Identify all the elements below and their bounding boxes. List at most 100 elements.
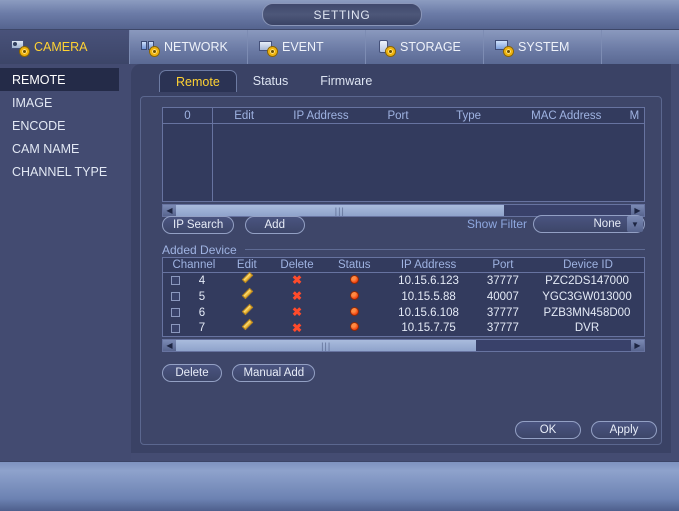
ok-button[interactable]: OK	[515, 421, 581, 439]
discover-col-index[interactable]: 0	[162, 107, 213, 124]
status-indicator-icon	[349, 290, 359, 300]
x-icon[interactable]: ✖	[292, 289, 302, 303]
tab-storage[interactable]: STORAGE	[366, 30, 484, 64]
added-col-port[interactable]: Port	[473, 257, 532, 273]
added-col-channel[interactable]: Channel	[162, 257, 225, 273]
added-scroll-thumb[interactable]: |||	[176, 340, 477, 351]
sidebar-item-remote[interactable]: REMOTE	[0, 68, 119, 91]
show-filter-select[interactable]: None ▼	[533, 215, 645, 233]
scroll-right-icon[interactable]: ▶	[631, 340, 644, 351]
tab-remote[interactable]: Remote	[159, 70, 237, 92]
row-edit-cell[interactable]	[225, 305, 269, 321]
settings-window: SETTING CAMERA NETWORK EVENT STORAGE SYS…	[0, 0, 679, 511]
row-status-cell	[325, 321, 383, 337]
chevron-down-icon[interactable]: ▼	[627, 216, 643, 232]
pencil-icon[interactable]	[241, 290, 252, 301]
tab-event-label: EVENT	[282, 40, 324, 54]
tab-system-label: SYSTEM	[518, 40, 570, 54]
tab-storage-label: STORAGE	[400, 40, 461, 54]
title-bar: SETTING	[0, 0, 679, 30]
added-col-device-id[interactable]: Device ID	[531, 257, 645, 273]
added-col-ip[interactable]: IP Address	[383, 257, 474, 273]
row-delete-cell[interactable]: ✖	[269, 289, 325, 305]
pencil-icon[interactable]	[241, 321, 252, 332]
footer-bar	[0, 461, 679, 511]
pencil-icon[interactable]	[241, 306, 252, 317]
row-ip: 10.15.6.123	[398, 274, 459, 287]
tab-status-label: Status	[252, 74, 289, 88]
table-row[interactable]: 4 ✖ 10.15.6.123 37777 PZC2DS147000	[163, 273, 645, 289]
row-status-cell	[325, 305, 383, 321]
sub-tab-bar: Remote Status Firmware	[159, 70, 388, 92]
tab-network[interactable]: NETWORK	[130, 30, 248, 64]
discover-col-edit[interactable]: Edit	[212, 107, 276, 124]
discover-col-mac[interactable]: MAC Address	[507, 107, 625, 124]
x-icon[interactable]: ✖	[292, 305, 302, 319]
row-channel: 4	[198, 274, 206, 287]
manual-add-button[interactable]: Manual Add	[232, 364, 316, 382]
added-col-edit[interactable]: Edit	[224, 257, 269, 273]
status-indicator-icon	[349, 274, 359, 284]
added-col-status[interactable]: Status	[325, 257, 384, 273]
tab-remote-label: Remote	[176, 74, 220, 89]
row-delete-cell[interactable]: ✖	[269, 321, 325, 337]
discover-col-more[interactable]: M	[624, 107, 645, 124]
x-icon[interactable]: ✖	[292, 321, 302, 335]
sidebar-item-label: CAM NAME	[12, 141, 80, 156]
apply-button[interactable]: Apply	[591, 421, 657, 439]
sidebar-item-encode[interactable]: ENCODE	[0, 114, 131, 137]
row-channel-cell: 5	[163, 289, 225, 305]
table-row[interactable]: 6 ✖ 10.15.6.108 37777 PZB3MN458D00	[163, 305, 645, 321]
row-device-id: PZB3MN458D00	[543, 306, 631, 319]
remote-content: 0 Edit IP Address Port Type MAC Address …	[140, 96, 662, 445]
scroll-grip-icon: |||	[321, 340, 332, 351]
row-checkbox[interactable]	[170, 307, 180, 317]
row-checkbox[interactable]	[170, 276, 180, 286]
main-tab-bar: CAMERA NETWORK EVENT STORAGE SYSTEM	[0, 30, 679, 64]
show-filter-value: None	[593, 218, 622, 230]
table-row[interactable]: 5 ✖ 10.15.5.88 40007 YGC3GW013000	[163, 289, 645, 305]
status-indicator-icon	[349, 322, 359, 332]
status-indicator-icon	[349, 306, 359, 316]
row-port: 37777	[486, 274, 519, 287]
scroll-left-icon[interactable]: ◀	[163, 340, 176, 351]
sidebar-item-label: CHANNEL TYPE	[12, 164, 108, 179]
pencil-icon[interactable]	[241, 274, 252, 285]
tab-event[interactable]: EVENT	[248, 30, 366, 64]
storage-icon	[376, 39, 395, 56]
row-edit-cell[interactable]	[225, 289, 269, 305]
discover-col-type[interactable]: Type	[429, 107, 508, 124]
delete-button[interactable]: Delete	[162, 364, 222, 382]
added-scroll-track[interactable]: |||	[176, 340, 631, 351]
table-row[interactable]: 7 ✖ 10.15.7.75 37777 DVR	[163, 321, 645, 337]
added-col-delete[interactable]: Delete	[268, 257, 326, 273]
row-channel: 5	[198, 290, 206, 303]
row-port: 37777	[486, 322, 519, 335]
add-button[interactable]: Add	[244, 216, 305, 234]
tab-firmware[interactable]: Firmware	[304, 70, 388, 92]
tab-system[interactable]: SYSTEM	[484, 30, 602, 64]
row-delete-cell[interactable]: ✖	[269, 273, 325, 289]
added-device-hscrollbar[interactable]: ◀ ||| ▶	[162, 339, 645, 352]
tab-camera-label: CAMERA	[34, 40, 88, 54]
discover-col-ip[interactable]: IP Address	[275, 107, 367, 124]
sidebar-item-cam-name[interactable]: CAM NAME	[0, 137, 131, 160]
sidebar: REMOTE IMAGE ENCODE CAM NAME CHANNEL TYP…	[0, 64, 131, 461]
row-ip: 10.15.6.108	[398, 306, 459, 319]
discover-table-header: 0 Edit IP Address Port Type MAC Address …	[162, 107, 645, 124]
sidebar-item-image[interactable]: IMAGE	[0, 91, 131, 114]
tab-camera[interactable]: CAMERA	[0, 30, 130, 64]
tab-status[interactable]: Status	[237, 70, 304, 92]
row-device-id: PZC2DS147000	[545, 274, 629, 287]
row-edit-cell[interactable]	[225, 321, 269, 337]
discover-col-port[interactable]: Port	[366, 107, 430, 124]
added-device-actions: Delete Manual Add	[162, 363, 645, 383]
row-checkbox[interactable]	[170, 323, 180, 333]
row-edit-cell[interactable]	[225, 273, 269, 289]
row-checkbox[interactable]	[170, 291, 180, 301]
ip-search-button[interactable]: IP Search	[162, 216, 235, 234]
row-channel: 7	[198, 322, 206, 335]
sidebar-item-channel-type[interactable]: CHANNEL TYPE	[0, 160, 131, 183]
x-icon[interactable]: ✖	[292, 273, 302, 287]
row-delete-cell[interactable]: ✖	[269, 305, 325, 321]
